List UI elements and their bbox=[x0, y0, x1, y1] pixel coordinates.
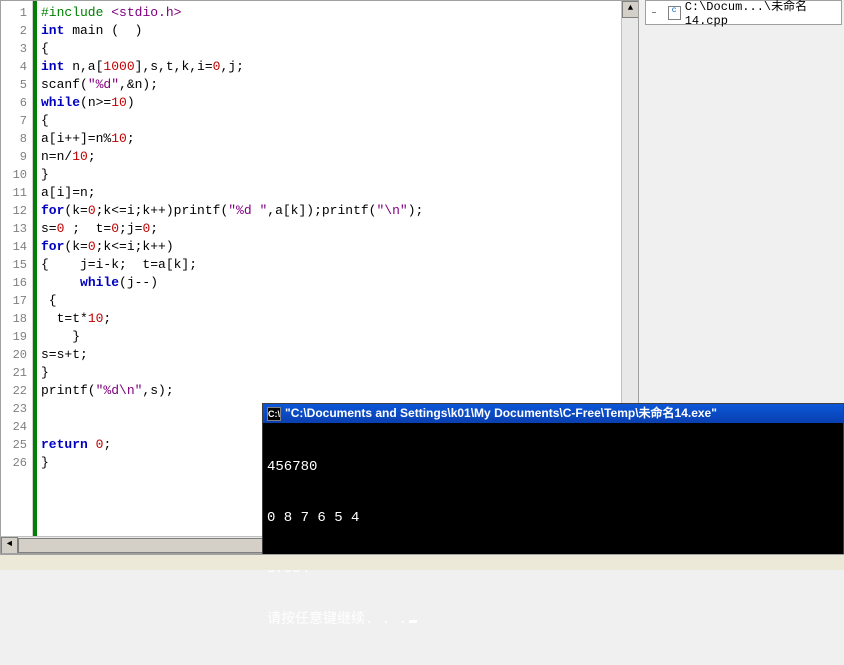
console-output: 456780 0 8 7 6 5 4 87654 请按任意键继续. . . bbox=[263, 423, 843, 665]
line-number: 4 bbox=[1, 58, 32, 76]
code-line[interactable]: int main ( ) bbox=[41, 22, 638, 40]
code-line[interactable]: for(k=0;k<=i;k++) bbox=[41, 238, 638, 256]
code-line[interactable]: } bbox=[41, 328, 638, 346]
code-line[interactable]: s=s+t; bbox=[41, 346, 638, 364]
code-line[interactable]: scanf("%d",&n); bbox=[41, 76, 638, 94]
console-window: C:\ "C:\Documents and Settings\k01\My Do… bbox=[262, 403, 844, 570]
code-line[interactable]: n=n/10; bbox=[41, 148, 638, 166]
line-number-gutter: 1234567891011121314151617181920212223242… bbox=[1, 1, 33, 553]
line-number: 23 bbox=[1, 400, 32, 418]
line-number: 1 bbox=[1, 4, 32, 22]
scroll-left-button[interactable]: ◄ bbox=[1, 537, 18, 554]
code-line[interactable]: { bbox=[41, 292, 638, 310]
line-number: 8 bbox=[1, 130, 32, 148]
line-number: 3 bbox=[1, 40, 32, 58]
code-line[interactable]: int n,a[1000],s,t,k,i=0,j; bbox=[41, 58, 638, 76]
tree-connector-icon bbox=[652, 7, 664, 18]
line-number: 6 bbox=[1, 94, 32, 112]
line-number: 18 bbox=[1, 310, 32, 328]
line-number: 11 bbox=[1, 184, 32, 202]
code-line[interactable]: s=0 ; t=0;j=0; bbox=[41, 220, 638, 238]
line-number: 16 bbox=[1, 274, 32, 292]
code-line[interactable]: } bbox=[41, 364, 638, 382]
line-number: 13 bbox=[1, 220, 32, 238]
line-number: 17 bbox=[1, 292, 32, 310]
code-line[interactable]: { bbox=[41, 112, 638, 130]
line-number: 20 bbox=[1, 346, 32, 364]
code-line[interactable]: for(k=0;k<=i;k++)printf("%d ",a[k]);prin… bbox=[41, 202, 638, 220]
line-number: 14 bbox=[1, 238, 32, 256]
console-title-text: "C:\Documents and Settings\k01\My Docume… bbox=[285, 404, 717, 423]
cursor-icon bbox=[409, 620, 417, 623]
cpp-file-icon bbox=[668, 6, 681, 20]
line-number: 21 bbox=[1, 364, 32, 382]
status-bar bbox=[0, 554, 844, 570]
line-number: 15 bbox=[1, 256, 32, 274]
code-line[interactable]: } bbox=[41, 166, 638, 184]
code-line[interactable]: while(j--) bbox=[41, 274, 638, 292]
line-number: 2 bbox=[1, 22, 32, 40]
line-number: 24 bbox=[1, 418, 32, 436]
file-tree-item[interactable]: C:\Docum...\未命名14.cpp bbox=[685, 0, 835, 28]
line-number: 25 bbox=[1, 436, 32, 454]
line-number: 5 bbox=[1, 76, 32, 94]
line-number: 22 bbox=[1, 382, 32, 400]
code-line[interactable]: printf("%d\n",s); bbox=[41, 382, 638, 400]
code-line[interactable]: a[i]=n; bbox=[41, 184, 638, 202]
code-line[interactable]: t=t*10; bbox=[41, 310, 638, 328]
line-number: 19 bbox=[1, 328, 32, 346]
console-system-icon[interactable]: C:\ bbox=[267, 407, 281, 421]
line-number: 10 bbox=[1, 166, 32, 184]
console-titlebar[interactable]: C:\ "C:\Documents and Settings\k01\My Do… bbox=[263, 404, 843, 423]
code-line[interactable]: { bbox=[41, 40, 638, 58]
code-line[interactable]: { j=i-k; t=a[k]; bbox=[41, 256, 638, 274]
code-line[interactable]: #include <stdio.h> bbox=[41, 4, 638, 22]
line-number: 7 bbox=[1, 112, 32, 130]
line-number: 9 bbox=[1, 148, 32, 166]
console-line: 0 8 7 6 5 4 bbox=[267, 510, 839, 527]
file-tree-panel: C:\Docum...\未命名14.cpp bbox=[645, 0, 842, 25]
line-number: 26 bbox=[1, 454, 32, 472]
code-line[interactable]: a[i++]=n%10; bbox=[41, 130, 638, 148]
console-line: 456780 bbox=[267, 459, 839, 476]
console-line: 请按任意键继续. . . bbox=[267, 612, 839, 629]
line-number: 12 bbox=[1, 202, 32, 220]
scroll-up-button[interactable]: ▲ bbox=[622, 1, 639, 18]
code-line[interactable]: while(n>=10) bbox=[41, 94, 638, 112]
